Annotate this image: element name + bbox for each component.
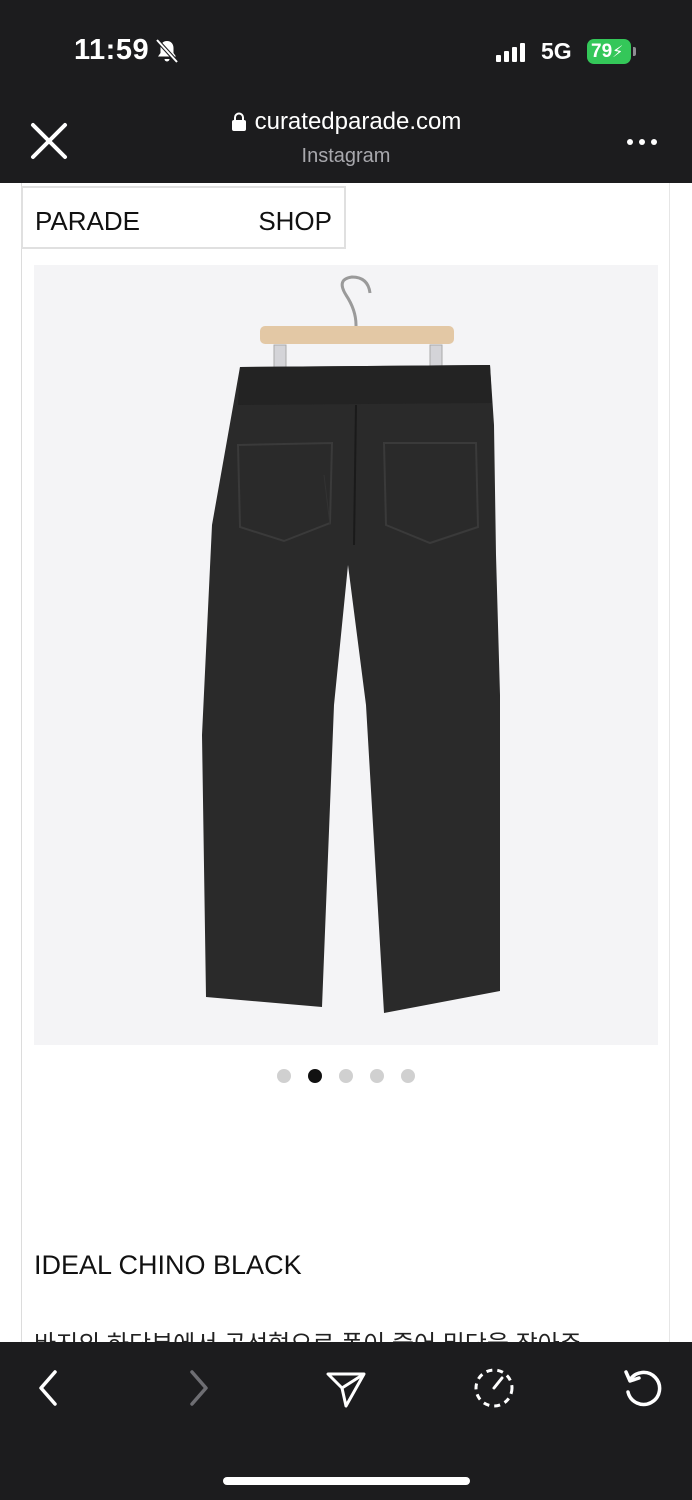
carousel-dots <box>0 1069 692 1083</box>
cellular-signal-icon <box>496 43 525 62</box>
network-type: 5G <box>541 38 572 64</box>
carousel-dot[interactable] <box>308 1069 322 1083</box>
bell-slash-icon <box>155 38 179 64</box>
source-subtitle: Instagram <box>301 145 391 167</box>
home-indicator[interactable] <box>223 1477 470 1485</box>
carousel-dot[interactable] <box>339 1069 353 1083</box>
battery-indicator: 79⚡ <box>587 39 631 64</box>
product-image[interactable] <box>34 265 658 1045</box>
browser-header: 11:59 5G 79⚡ curatedparade.com Instagram <box>0 0 692 183</box>
reload-icon[interactable] <box>620 1366 664 1410</box>
carousel-dot[interactable] <box>277 1069 291 1083</box>
page-border-right <box>669 183 670 1342</box>
address-bar[interactable]: curatedparade.com <box>0 108 692 137</box>
nav-shop-link[interactable]: SHOP <box>258 206 332 237</box>
web-content: PARADE SHOP IDEAL CHINO BLACK <box>0 183 692 1342</box>
product-description: 바지의 하단부에서 곡선형으로 폼이 줄어 밑단을 잡아주 <box>34 1324 582 1342</box>
trousers-illustration <box>34 265 658 1045</box>
carousel-dot[interactable] <box>401 1069 415 1083</box>
timer-icon[interactable] <box>472 1366 516 1410</box>
url-text: curatedparade.com <box>254 108 462 135</box>
status-time: 11:59 <box>74 34 150 66</box>
bolt-icon: ⚡ <box>612 44 624 61</box>
send-icon[interactable] <box>324 1366 368 1410</box>
carousel-dot[interactable] <box>370 1069 384 1083</box>
page-border-left <box>21 183 22 1342</box>
chevron-right-icon[interactable] <box>176 1366 220 1410</box>
chevron-left-icon[interactable] <box>27 1366 71 1410</box>
site-nav: PARADE SHOP <box>21 186 346 249</box>
battery-cap <box>633 47 636 56</box>
lock-icon <box>231 112 246 131</box>
ellipsis-icon[interactable] <box>624 128 660 156</box>
product-title: IDEAL CHINO BLACK <box>34 1250 302 1280</box>
battery-level: 79 <box>591 41 613 62</box>
nav-parade-link[interactable]: PARADE <box>35 206 140 237</box>
